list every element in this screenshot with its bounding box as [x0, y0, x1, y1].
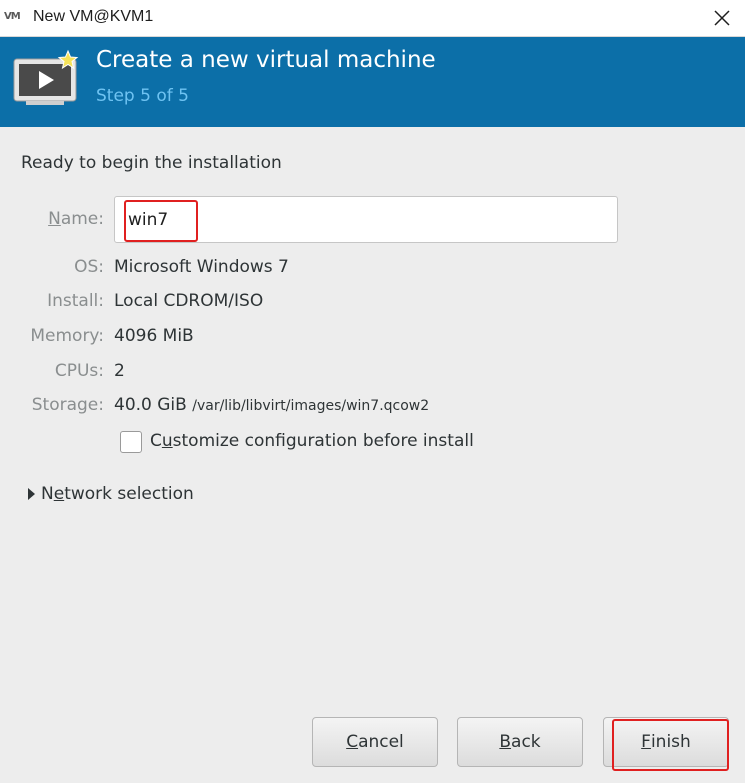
name-label: Name: [48, 209, 104, 229]
ready-text: Ready to begin the installation [21, 153, 282, 173]
os-value: Microsoft Windows 7 [114, 257, 289, 277]
finish-button[interactable]: Finish [603, 717, 729, 767]
customize-checkbox[interactable] [120, 431, 142, 453]
close-button[interactable] [700, 2, 744, 34]
wizard-header: Create a new virtual machine Step 5 of 5 [0, 37, 745, 127]
install-value: Local CDROM/ISO [114, 291, 264, 311]
customize-label[interactable]: Customize configuration before install [150, 431, 474, 451]
customize-label-post: stomize configuration before install [172, 431, 474, 451]
os-label: OS: [74, 257, 104, 277]
network-label-mnemonic: e [53, 484, 65, 504]
cancel-mnemonic: C [346, 732, 359, 752]
app-logo: VM [4, 11, 21, 22]
close-icon [714, 10, 730, 26]
window-titlebar: VM New VM@KVM1 [0, 0, 745, 37]
back-label-rest: ack [511, 732, 541, 752]
storage-label: Storage: [31, 395, 104, 415]
wizard-step: Step 5 of 5 [96, 86, 189, 106]
name-input[interactable] [114, 196, 618, 243]
storage-path: /var/lib/libvirt/images/win7.qcow2 [192, 398, 430, 414]
network-selection-expander[interactable]: Network selection [28, 484, 194, 504]
finish-label-rest: inish [650, 732, 691, 752]
customize-label-mnemonic: u [161, 431, 173, 451]
cancel-label-rest: ancel [358, 732, 404, 752]
install-label: Install: [47, 291, 104, 311]
cpus-label: CPUs: [54, 361, 104, 381]
finish-mnemonic: F [641, 732, 651, 752]
network-label-pre: N [41, 484, 54, 504]
customize-label-pre: C [150, 431, 162, 451]
name-label-mnemonic: N [48, 209, 61, 229]
wizard-title: Create a new virtual machine [96, 47, 436, 73]
virtual-machine-icon [13, 49, 79, 105]
name-label-rest: ame: [60, 209, 104, 229]
memory-value: 4096 MiB [114, 326, 194, 346]
storage-value: 40.0 GiB /var/lib/libvirt/images/win7.qc… [114, 395, 429, 415]
network-label-post: twork selection [64, 484, 194, 504]
window-title: New VM@KVM1 [33, 8, 154, 25]
storage-size: 40.0 GiB [114, 395, 187, 415]
back-button[interactable]: Back [457, 717, 583, 767]
expander-arrow-icon [28, 488, 35, 500]
cpus-value: 2 [114, 361, 125, 381]
memory-label: Memory: [30, 326, 104, 346]
back-mnemonic: B [499, 732, 512, 752]
cancel-button[interactable]: Cancel [312, 717, 438, 767]
network-selection-label: Network selection [41, 484, 194, 504]
